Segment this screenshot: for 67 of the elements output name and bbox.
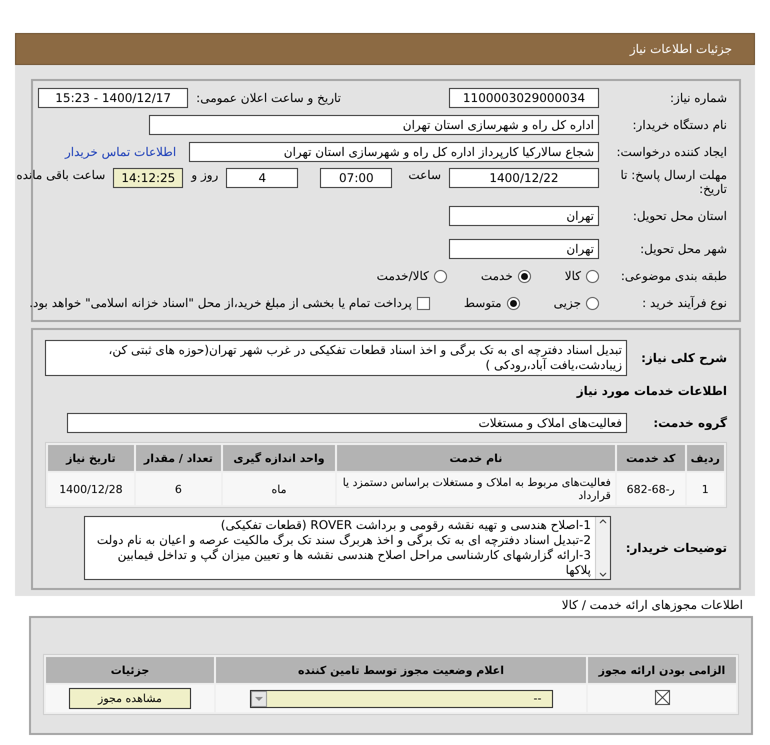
checkbox-label: پرداخت تمام یا بخشی از مبلغ خرید،از محل "اسناد خزانه اسلامی" خواهد بود. xyxy=(29,296,412,310)
days-field: 4 xyxy=(226,168,298,188)
city-field: تهران xyxy=(449,239,599,259)
field-label: ساعت باقی مانده xyxy=(16,168,106,182)
radio-button[interactable] xyxy=(586,270,599,282)
remaining-time-field: 14:12:25 xyxy=(113,168,184,188)
radio-label: متوسط xyxy=(464,296,502,310)
service-group-field: فعالیت‌های املاک و مستغلات xyxy=(67,413,627,433)
page-header: جزئیات اطلاعات نیاز xyxy=(15,33,755,65)
field-label: شهر محل تحویل: xyxy=(639,242,727,256)
column-header: کد خدمت xyxy=(616,445,685,471)
field-label: مهلت ارسال پاسخ: تا تاریخ: xyxy=(619,168,727,196)
deadline-time-field: 07:00 xyxy=(320,168,392,188)
field-label: شرح کلی نیاز: xyxy=(640,351,727,365)
scroll-up-icon[interactable] xyxy=(599,519,607,524)
table-cell: ر-68-682 xyxy=(616,473,685,505)
field-label: گروه خدمت: xyxy=(652,416,727,430)
field-label: طبقه بندی موضوعی: xyxy=(620,269,727,283)
buyer-org-field: اداره کل راه و شهرسازی استان تهران xyxy=(149,115,599,135)
field-label: تاریخ و ساعت اعلان عمومی: xyxy=(196,91,341,105)
deadline-date-field: 1400/12/22 xyxy=(449,168,599,188)
field-label: ایجاد کننده درخواست: xyxy=(615,145,727,159)
table-cell: 1400/12/28 xyxy=(48,473,134,505)
view-permit-button[interactable]: مشاهده مجوز xyxy=(69,688,191,709)
column-header: جزئیات xyxy=(46,657,214,683)
radio-label: کالا/خدمت xyxy=(376,269,429,283)
table-cell: 6 xyxy=(136,473,222,505)
dropdown-icon[interactable] xyxy=(250,690,266,706)
radio-label: کالا xyxy=(564,269,581,283)
description-field: تبدیل اسناد دفترچه ای به تک برگی و اخذ اسناد قطعات تفکیکی در غرب شهر تهران(حوزه های ثبتی کن، زیبادشت،یافت آباد،رودکی ) xyxy=(45,340,627,376)
requester-field: شجاع سالارکیا کارپرداز اداره کل راه و شهرسازی استان تهران xyxy=(189,142,599,162)
status-select[interactable]: -- xyxy=(250,690,552,708)
column-header: تاریخ نیاز xyxy=(48,445,134,471)
announce-date-field: 1400/12/17 - 15:23 xyxy=(38,88,188,108)
radio-label: خدمت xyxy=(480,269,513,283)
field-label: توضیحات خریدار: xyxy=(624,541,727,555)
checkbox[interactable] xyxy=(654,690,670,704)
column-header: واحد اندازه گیری xyxy=(223,445,335,471)
note-line: 3-ارائه گزارشهای کارشناسی مراحل اصلاح هندسی نقشه ها و تعیین میزان گپ و تداخل فیمابین پلاکها xyxy=(116,548,591,578)
radio-label: جزیی xyxy=(554,296,581,310)
radio-button[interactable] xyxy=(586,296,599,310)
column-header: تعداد / مقدار xyxy=(136,445,222,471)
field-label: استان محل تحویل: xyxy=(632,209,727,223)
note-line: 2-تبدیل اسناد دفترچه ای به تک برگی و اخذ هربرگ سند تک برگ مالکیت عرصه و اعیان به نام دولت xyxy=(96,533,591,548)
note-line: 1-اصلاح هندسی و تهیه نقشه رقومی و برداشت ROVER (قطعات تفکیکی) xyxy=(220,518,591,533)
table-cell: فعالیت‌های مربوط به املاک و مستغلات براساس دستمزد یا قرارداد xyxy=(336,473,615,505)
column-header: ردیف xyxy=(686,445,724,471)
field-label: روز و xyxy=(191,168,218,182)
table-cell: 1 xyxy=(686,473,724,505)
radio-button[interactable] xyxy=(518,270,531,282)
scroll-down-icon[interactable] xyxy=(599,572,607,577)
radio-button[interactable] xyxy=(434,270,447,282)
field-label: نوع فرآیند خرید : xyxy=(641,296,727,310)
section-title: اطلاعات خدمات مورد نیاز xyxy=(575,384,727,398)
table-cell: ماه xyxy=(223,473,335,505)
section-title: اطلاعات مجوزهای ارائه خدمت / کالا xyxy=(560,598,743,612)
province-field: تهران xyxy=(449,206,599,226)
column-header: نام خدمت xyxy=(336,445,615,471)
buyer-contact-link[interactable]: اطلاعات تماس خریدار xyxy=(65,145,176,159)
need-number-field: 1100003029000034 xyxy=(449,88,599,108)
radio-button[interactable] xyxy=(506,296,520,310)
field-label: شماره نیاز: xyxy=(669,91,727,105)
column-header: اعلام وضعیت مجوز توسط تامین کننده xyxy=(216,657,586,683)
column-header: الزامی بودن ارائه مجوز xyxy=(588,657,736,683)
field-label: نام دستگاه خریدار: xyxy=(632,118,727,132)
field-label: ساعت xyxy=(408,168,441,182)
checkbox[interactable] xyxy=(416,296,430,310)
